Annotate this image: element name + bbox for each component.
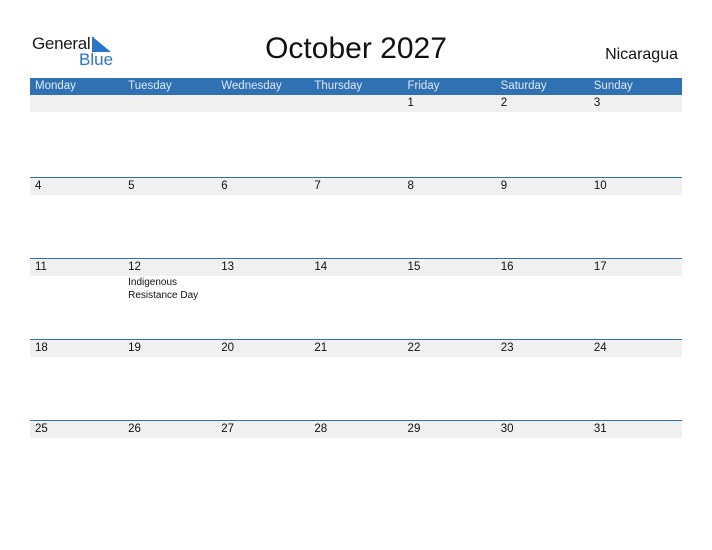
calendar-week: 1 2 3 bbox=[30, 95, 682, 176]
day-cell bbox=[30, 95, 123, 175]
day-number: 23 bbox=[500, 342, 514, 354]
weekday-header: Monday Tuesday Wednesday Thursday Friday… bbox=[30, 78, 682, 95]
day-cell: 25 bbox=[30, 421, 123, 501]
day-cell: 16 bbox=[496, 259, 589, 339]
day-cell: 13 bbox=[216, 259, 309, 339]
day-cell: 7 bbox=[309, 178, 402, 258]
day-cell: 5 bbox=[123, 178, 216, 258]
calendar-week: 25 26 27 28 29 30 31 bbox=[30, 420, 682, 502]
day-cell: 15 bbox=[403, 259, 496, 339]
day-cell: 19 bbox=[123, 340, 216, 420]
day-cell: 23 bbox=[496, 340, 589, 420]
weekday-tuesday: Tuesday bbox=[128, 80, 172, 92]
day-cell: 28 bbox=[309, 421, 402, 501]
day-number: 29 bbox=[407, 423, 421, 435]
weekday-sunday: Sunday bbox=[593, 80, 633, 92]
day-number: 27 bbox=[221, 423, 235, 435]
calendar-week: 4 5 6 7 8 9 10 bbox=[30, 177, 682, 259]
day-number: 3 bbox=[593, 97, 601, 109]
day-cell: 21 bbox=[309, 340, 402, 420]
day-cell: 30 bbox=[496, 421, 589, 501]
day-number: 13 bbox=[221, 261, 235, 273]
day-number: 28 bbox=[314, 423, 328, 435]
day-cell: 29 bbox=[403, 421, 496, 501]
day-number: 8 bbox=[407, 180, 414, 192]
weekday-friday: Friday bbox=[407, 80, 440, 92]
day-number: 18 bbox=[35, 342, 48, 354]
country-label: Nicaragua bbox=[605, 46, 678, 63]
day-number: 16 bbox=[500, 261, 514, 273]
day-cell: 14 bbox=[309, 259, 402, 339]
day-cell: 4 bbox=[30, 178, 123, 258]
day-number: 9 bbox=[500, 180, 508, 192]
weekday-wednesday: Wednesday bbox=[221, 80, 282, 92]
weekday-monday: Monday bbox=[35, 80, 76, 92]
day-cell bbox=[123, 95, 216, 175]
day-cell: 11 bbox=[30, 259, 123, 339]
calendar-week: 18 19 20 21 22 23 24 bbox=[30, 339, 682, 421]
day-number: 30 bbox=[500, 423, 514, 435]
day-cell: 3 bbox=[589, 95, 682, 175]
day-number: 20 bbox=[221, 342, 235, 354]
day-number: 26 bbox=[128, 423, 141, 435]
day-number: 22 bbox=[407, 342, 421, 354]
day-cell: 6 bbox=[216, 178, 309, 258]
day-cell: 1 bbox=[403, 95, 496, 175]
day-cell: 27 bbox=[216, 421, 309, 501]
day-number: 25 bbox=[35, 423, 48, 435]
day-number: 4 bbox=[35, 180, 42, 192]
day-cell: 18 bbox=[30, 340, 123, 420]
day-cell: 2 bbox=[496, 95, 589, 175]
weekday-saturday: Saturday bbox=[500, 80, 547, 92]
day-cell: 20 bbox=[216, 340, 309, 420]
day-cell bbox=[216, 95, 309, 175]
day-cell bbox=[309, 95, 402, 175]
day-number: 19 bbox=[128, 342, 141, 354]
calendar-week: 11 12 Indigenous Resistance Day 13 14 15 16 17 bbox=[30, 258, 682, 340]
day-number: 17 bbox=[593, 261, 607, 273]
holiday-label: Indigenous Resistance Day bbox=[128, 277, 199, 301]
day-cell: 9 bbox=[496, 178, 589, 258]
day-cell: 26 bbox=[123, 421, 216, 501]
day-number: 10 bbox=[593, 180, 607, 192]
day-cell: 17 bbox=[589, 259, 682, 339]
day-number: 21 bbox=[314, 342, 328, 354]
day-number: 31 bbox=[593, 423, 607, 435]
day-number: 7 bbox=[314, 180, 321, 192]
day-cell: 12 Indigenous Resistance Day bbox=[123, 259, 216, 339]
day-cell: 8 bbox=[403, 178, 496, 258]
day-cell: 24 bbox=[589, 340, 682, 420]
day-cell: 10 bbox=[589, 178, 682, 258]
day-number: 12 bbox=[128, 261, 141, 273]
day-number: 11 bbox=[35, 261, 47, 273]
day-cell: 22 bbox=[403, 340, 496, 420]
day-number: 2 bbox=[500, 97, 508, 109]
day-number: 5 bbox=[128, 180, 135, 192]
day-number: 6 bbox=[221, 180, 228, 192]
day-number: 14 bbox=[314, 261, 328, 273]
day-number: 1 bbox=[407, 97, 414, 109]
day-number: 24 bbox=[593, 342, 607, 354]
day-cell: 31 bbox=[589, 421, 682, 501]
day-number: 15 bbox=[407, 261, 421, 273]
weekday-thursday: Thursday bbox=[314, 80, 363, 92]
